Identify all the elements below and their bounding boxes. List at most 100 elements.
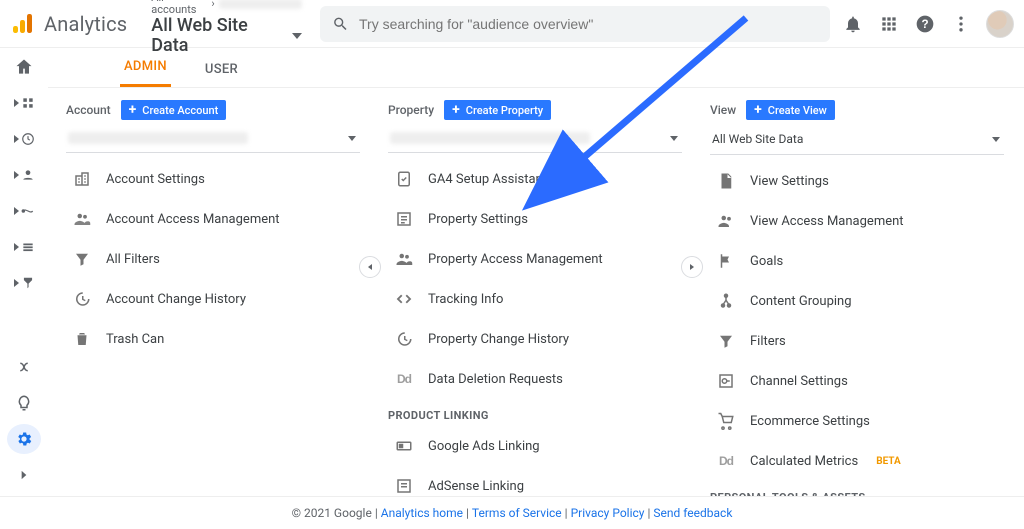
- more-vert-icon[interactable]: [950, 13, 972, 35]
- label: AdSense Linking: [428, 479, 524, 494]
- account-settings[interactable]: Account Settings: [66, 159, 368, 199]
- label: GA4 Setup Assistant: [428, 172, 547, 187]
- search-box[interactable]: [320, 6, 830, 42]
- google-ads-linking[interactable]: Google Ads Linking: [388, 426, 690, 466]
- dd-icon: Dd: [394, 369, 414, 389]
- nav-collapse[interactable]: [9, 460, 39, 490]
- caret-down-icon: [348, 136, 356, 141]
- footer-link-privacy[interactable]: Privacy Policy: [571, 506, 645, 520]
- people-icon: [72, 209, 92, 229]
- top-actions: ?: [842, 10, 1014, 38]
- account-selector[interactable]: [66, 126, 360, 153]
- nav-home[interactable]: [9, 52, 39, 82]
- create-account-button[interactable]: +Create Account: [121, 100, 227, 120]
- label: Account Access Management: [106, 212, 280, 227]
- building-icon: [72, 169, 92, 189]
- nav-discover[interactable]: [9, 388, 39, 418]
- redacted-account: [219, 0, 302, 9]
- view-settings[interactable]: View Settings: [710, 161, 1012, 201]
- page-icon: [716, 171, 736, 191]
- ads-icon: [394, 436, 414, 456]
- create-view-label: Create View: [768, 104, 827, 117]
- label: Property Settings: [428, 212, 528, 227]
- create-view-button[interactable]: +Create View: [746, 100, 835, 120]
- label: Trash Can: [106, 332, 164, 347]
- footer-link-terms[interactable]: Terms of Service: [472, 506, 562, 520]
- nav-audience[interactable]: [9, 160, 39, 190]
- nav-realtime[interactable]: [9, 124, 39, 154]
- view-column: View +Create View All Web Site Data View…: [692, 96, 1014, 496]
- brand: Analytics: [10, 12, 127, 36]
- ecommerce-settings[interactable]: Ecommerce Settings: [710, 401, 1012, 441]
- brand-name: Analytics: [44, 12, 127, 36]
- property-change-history[interactable]: Property Change History: [388, 319, 690, 359]
- breadcrumb-prefix: All accounts: [151, 0, 207, 16]
- analytics-logo-icon: [10, 12, 34, 36]
- label: All Filters: [106, 252, 160, 267]
- view-access-management[interactable]: View Access Management: [710, 201, 1012, 241]
- trash-can[interactable]: Trash Can: [66, 319, 368, 359]
- label: Ecommerce Settings: [750, 414, 870, 429]
- label: Tracking Info: [428, 292, 503, 307]
- footer: © 2021 Google | Analytics home | Terms o…: [0, 496, 1024, 529]
- view-filters[interactable]: Filters: [710, 321, 1012, 361]
- nav-conversions[interactable]: [9, 268, 39, 298]
- account-change-history[interactable]: Account Change History: [66, 279, 368, 319]
- search-icon: [332, 15, 349, 33]
- caret-down-icon: [992, 137, 1000, 142]
- property-access-management[interactable]: Property Access Management: [388, 239, 690, 279]
- create-account-label: Create Account: [142, 104, 218, 117]
- view-selector[interactable]: All Web Site Data: [710, 126, 1004, 155]
- view-title: View: [710, 103, 736, 117]
- avatar[interactable]: [986, 10, 1014, 38]
- adsense-linking[interactable]: AdSense Linking: [388, 466, 690, 496]
- history-icon: [394, 329, 414, 349]
- label: Calculated Metrics: [750, 454, 858, 469]
- nav-behavior[interactable]: [9, 232, 39, 262]
- goals[interactable]: Goals: [710, 241, 1012, 281]
- footer-link-feedback[interactable]: Send feedback: [653, 506, 732, 520]
- channel-settings[interactable]: Channel Settings: [710, 361, 1012, 401]
- tab-user[interactable]: USER: [201, 52, 242, 87]
- help-icon[interactable]: ?: [914, 13, 936, 35]
- admin-tabs: ADMIN USER: [48, 48, 1024, 88]
- account-access-management[interactable]: Account Access Management: [66, 199, 368, 239]
- property-settings[interactable]: Property Settings: [388, 199, 690, 239]
- transfer-left-button[interactable]: [359, 256, 381, 278]
- notifications-icon[interactable]: [842, 13, 864, 35]
- create-property-label: Create Property: [466, 104, 543, 117]
- nav-acquisition[interactable]: [9, 196, 39, 226]
- trash-icon: [72, 329, 92, 349]
- label: Google Ads Linking: [428, 439, 540, 454]
- content-grouping[interactable]: Content Grouping: [710, 281, 1012, 321]
- tab-admin[interactable]: ADMIN: [120, 49, 171, 87]
- view-selected-label: All Web Site Data: [712, 132, 803, 146]
- label: Content Grouping: [750, 294, 852, 309]
- product-linking-header: PRODUCT LINKING: [388, 399, 690, 426]
- apps-icon[interactable]: [878, 13, 900, 35]
- people-icon: [394, 249, 414, 269]
- flag-icon: [716, 251, 736, 271]
- breadcrumb: All accounts ›: [151, 0, 302, 16]
- label: Goals: [750, 254, 783, 269]
- all-filters[interactable]: All Filters: [66, 239, 368, 279]
- property-selector[interactable]: [388, 126, 682, 153]
- label: View Settings: [750, 174, 829, 189]
- search-input[interactable]: [359, 16, 818, 32]
- transfer-right-button[interactable]: [681, 256, 703, 278]
- create-property-button[interactable]: +Create Property: [444, 100, 551, 120]
- account-title: Account: [66, 103, 111, 117]
- nav-attribution[interactable]: [9, 352, 39, 382]
- admin-columns: Account +Create Account Account Settings…: [48, 88, 1024, 496]
- footer-link-analytics-home[interactable]: Analytics home: [381, 506, 463, 520]
- tracking-info[interactable]: Tracking Info: [388, 279, 690, 319]
- ga4-setup-assistant[interactable]: GA4 Setup Assistant: [388, 159, 690, 199]
- calculated-metrics[interactable]: DdCalculated MetricsBETA: [710, 441, 1012, 481]
- top-bar: Analytics All accounts › All Web Site Da…: [0, 0, 1024, 48]
- nav-reports[interactable]: [9, 88, 39, 118]
- nav-admin[interactable]: [7, 424, 41, 454]
- filter-icon: [72, 249, 92, 269]
- property-column: Property +Create Property GA4 Setup Assi…: [370, 96, 692, 496]
- data-deletion-requests[interactable]: DdData Deletion Requests: [388, 359, 690, 399]
- caret-down-icon: [292, 33, 302, 39]
